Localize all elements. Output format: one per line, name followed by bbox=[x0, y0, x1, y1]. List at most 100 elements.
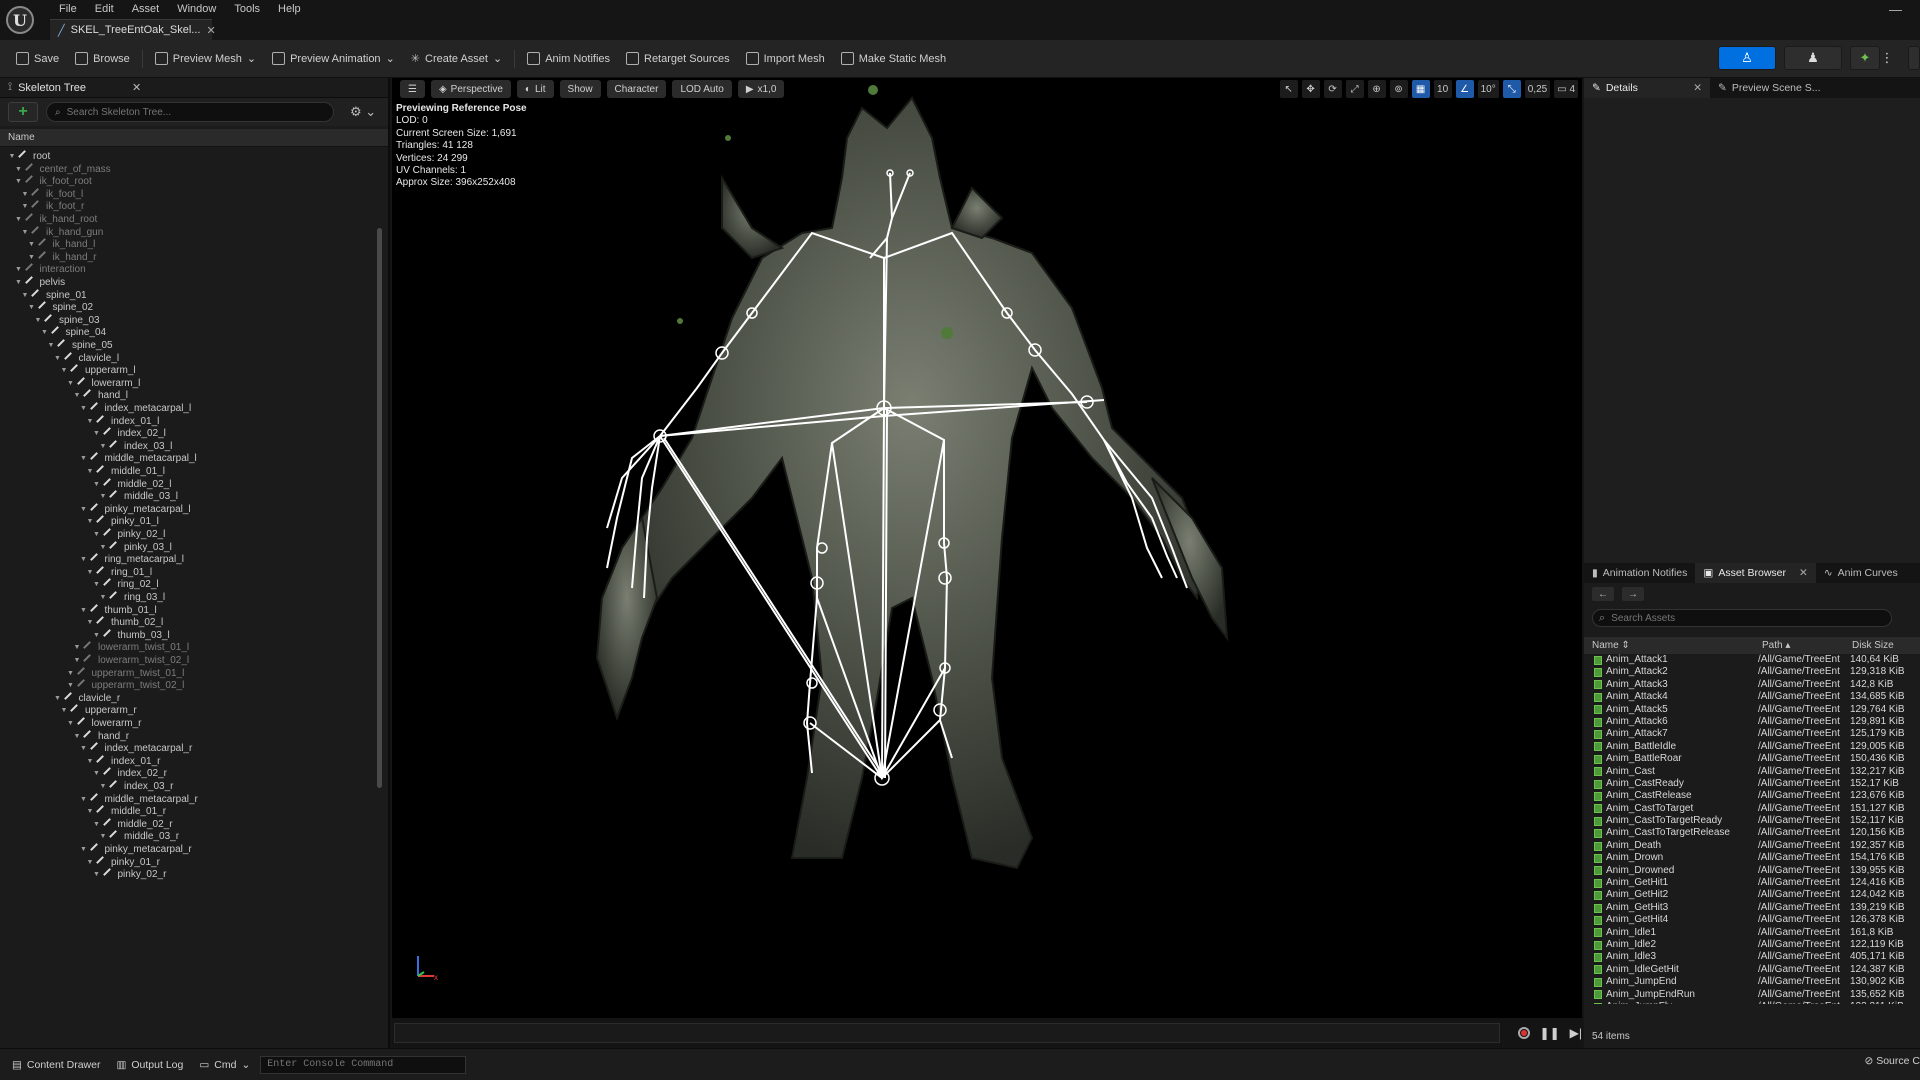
animation-mode-button[interactable]: ✦ bbox=[1850, 46, 1880, 70]
asset-row[interactable]: Anim_Attack6/All/Game/TreeEnt 129,891 KiB bbox=[1584, 716, 1920, 728]
console-command-input[interactable] bbox=[260, 1055, 467, 1074]
col-size-header[interactable]: Disk Size bbox=[1844, 640, 1920, 651]
menu-tools[interactable]: Tools bbox=[225, 2, 269, 16]
save-button[interactable]: Save bbox=[8, 45, 67, 73]
close-tab-icon[interactable]: ✕ bbox=[206, 24, 215, 37]
expand-caret-icon[interactable]: ▼ bbox=[93, 867, 101, 882]
content-drawer-button[interactable]: ▤ Content Drawer bbox=[6, 1054, 106, 1076]
asset-row[interactable]: Anim_Attack7/All/Game/TreeEnt 125,179 KiB bbox=[1584, 728, 1920, 740]
asset-row[interactable]: Anim_GetHit4/All/Game/TreeEnt 126,378 KiB bbox=[1584, 914, 1920, 926]
create-asset-button[interactable]: ✳ Create Asset ⌄ bbox=[403, 45, 510, 73]
asset-row[interactable]: Anim_Idle3/All/Game/TreeEnt 405,171 KiB bbox=[1584, 951, 1920, 963]
asset-row[interactable]: Anim_Idle1/All/Game/TreeEnt 161,8 KiB bbox=[1584, 927, 1920, 939]
bone-row[interactable]: ▼ pinky_02_r bbox=[93, 867, 166, 882]
asset-row[interactable]: Anim_CastReady/All/Game/TreeEnt 152,17 Ki… bbox=[1584, 778, 1920, 790]
asset-row[interactable]: Anim_GetHit2/All/Game/TreeEnt 124,042 KiB bbox=[1584, 889, 1920, 901]
menu-window[interactable]: Window bbox=[168, 2, 225, 16]
skeleton-tree-tab[interactable]: ⟟ Skeleton Tree ✕ bbox=[0, 78, 388, 98]
character-button[interactable]: Character bbox=[606, 80, 667, 98]
asset-row[interactable]: Anim_Attack4/All/Game/TreeEnt 134,685 KiB bbox=[1584, 691, 1920, 703]
preview-viewport[interactable]: ☰ ◈ Perspective ◐ Lit Show Character LOD A… bbox=[392, 78, 1582, 1018]
anim-notifies-button[interactable]: Anim Notifies bbox=[519, 45, 618, 73]
col-name-header[interactable]: Name ⇕ bbox=[1584, 640, 1754, 651]
asset-row[interactable]: Anim_CastToTargetRelease/All/Game/TreeEn… bbox=[1584, 827, 1920, 839]
show-button[interactable]: Show bbox=[559, 80, 601, 98]
browse-button[interactable]: Browse bbox=[67, 45, 138, 73]
grid-snap-value[interactable]: 10 bbox=[1433, 80, 1452, 98]
close-tab-icon[interactable]: ✕ bbox=[1693, 82, 1702, 94]
retarget-sources-button[interactable]: Retarget Sources bbox=[618, 45, 738, 73]
asset-row[interactable]: Anim_Attack5/All/Game/TreeEnt 129,764 KiB bbox=[1584, 704, 1920, 716]
asset-row[interactable]: Anim_BattleIdle/All/Game/TreeEnt 129,005 … bbox=[1584, 741, 1920, 753]
tab-asset-browser[interactable]: ▣ Asset Browser ✕ bbox=[1695, 563, 1816, 583]
menu-asset[interactable]: Asset bbox=[123, 2, 169, 16]
asset-search-input[interactable] bbox=[1611, 612, 1872, 624]
preview-mesh-button[interactable]: Preview Mesh ⌄ bbox=[147, 45, 264, 73]
tab-animation-notifies[interactable]: ▮ Animation Notifies bbox=[1584, 563, 1695, 583]
asset-row[interactable]: Anim_Idle2/All/Game/TreeEnt 122,119 KiB bbox=[1584, 939, 1920, 951]
asset-search-box[interactable]: ⌕ bbox=[1592, 609, 1892, 627]
perspective-button[interactable]: ◈ Perspective bbox=[430, 80, 511, 98]
surface-snap-icon[interactable]: ⊚ bbox=[1389, 80, 1408, 98]
asset-row[interactable]: Anim_JumpEndRun/All/Game/TreeEnt 135,652 … bbox=[1584, 989, 1920, 1001]
close-tab-icon[interactable]: ✕ bbox=[1799, 567, 1808, 579]
menu-help[interactable]: Help bbox=[269, 2, 310, 16]
lod-button[interactable]: LOD Auto bbox=[672, 80, 732, 98]
add-socket-button[interactable]: + bbox=[8, 102, 38, 122]
asset-row[interactable]: Anim_CastRelease/All/Game/TreeEnt 123,676… bbox=[1584, 790, 1920, 802]
output-log-button[interactable]: ▥ Output Log bbox=[110, 1054, 189, 1076]
asset-row[interactable]: Anim_GetHit1/All/Game/TreeEnt 124,416 KiB bbox=[1584, 877, 1920, 889]
skeleton-mode-button[interactable]: ♙ bbox=[1718, 46, 1776, 70]
tree-scrollbar[interactable] bbox=[377, 228, 382, 788]
asset-row[interactable]: Anim_IdleGetHit/All/Game/TreeEnt 124,387 … bbox=[1584, 964, 1920, 976]
asset-row[interactable]: Anim_BattleRoar/All/Game/TreeEnt 150,436 … bbox=[1584, 753, 1920, 765]
rotation-snap-value[interactable]: 10° bbox=[1477, 80, 1499, 98]
make-static-mesh-button[interactable]: Make Static Mesh bbox=[833, 45, 954, 73]
import-mesh-button[interactable]: Import Mesh bbox=[738, 45, 833, 73]
tab-preview-scene[interactable]: ✎ Preview Scene S... bbox=[1710, 78, 1829, 98]
lit-button[interactable]: ◐ Lit bbox=[516, 80, 554, 98]
grid-snap-toggle[interactable]: ▦ bbox=[1411, 80, 1430, 98]
record-button[interactable] bbox=[1517, 1027, 1530, 1039]
asset-row[interactable]: Anim_Death/All/Game/TreeEnt 192,357 KiB bbox=[1584, 840, 1920, 852]
play-rate-button[interactable]: ▶ x1,0 bbox=[737, 80, 785, 98]
extra-mode-button[interactable] bbox=[1908, 46, 1920, 70]
minimize-icon[interactable]: — bbox=[1889, 2, 1902, 17]
asset-row[interactable]: Anim_Drowned/All/Game/TreeEnt 139,955 KiB bbox=[1584, 865, 1920, 877]
close-panel-icon[interactable]: ✕ bbox=[132, 81, 141, 94]
mesh-mode-button[interactable]: ♟ bbox=[1784, 46, 1842, 70]
viewport-menu-button[interactable]: ☰ bbox=[400, 80, 425, 98]
forward-arrow-icon[interactable]: → bbox=[1622, 587, 1644, 601]
asset-row[interactable]: Anim_Attack3/All/Game/TreeEnt 142,8 KiB bbox=[1584, 679, 1920, 691]
translate-tool-icon[interactable]: ✥ bbox=[1301, 80, 1320, 98]
back-arrow-icon[interactable]: ← bbox=[1592, 587, 1614, 601]
local-space-icon[interactable]: ⊕ bbox=[1367, 80, 1386, 98]
menu-file[interactable]: File bbox=[50, 2, 86, 16]
asset-row[interactable]: Anim_GetHit3/All/Game/TreeEnt 139,219 KiB bbox=[1584, 902, 1920, 914]
skeleton-search-input[interactable] bbox=[66, 106, 307, 118]
cmd-dropdown[interactable]: ▭ Cmd ⌄ bbox=[193, 1054, 256, 1076]
unreal-logo-icon[interactable]: U bbox=[6, 6, 34, 34]
skeleton-search-box[interactable]: ⌕ bbox=[46, 102, 334, 122]
asset-row[interactable]: Anim_Cast/All/Game/TreeEnt 132,217 KiB bbox=[1584, 766, 1920, 778]
asset-row[interactable]: Anim_CastToTargetReady/All/Game/TreeEnt 1… bbox=[1584, 815, 1920, 827]
asset-row[interactable]: Anim_JumpFly/All/Game/TreeEnt122,211 KiB bbox=[1584, 1001, 1920, 1004]
rotate-tool-icon[interactable]: ⟳ bbox=[1323, 80, 1342, 98]
settings-gear-icon[interactable]: ⚙ ⌄ bbox=[350, 104, 376, 120]
col-path-header[interactable]: Path ▴ bbox=[1754, 640, 1844, 651]
rotation-snap-toggle[interactable]: ∠ bbox=[1455, 80, 1474, 98]
asset-row[interactable]: Anim_JumpEnd/All/Game/TreeEnt 130,902 KiB bbox=[1584, 976, 1920, 988]
tab-details[interactable]: ✎ Details ✕ bbox=[1584, 78, 1710, 98]
asset-row[interactable]: Anim_Attack2/All/Game/TreeEnt 129,318 KiB bbox=[1584, 666, 1920, 678]
pause-icon[interactable]: ❚❚ bbox=[1540, 1026, 1560, 1040]
asset-row[interactable]: Anim_Attack1/All/Game/TreeEnt 140,64 KiB bbox=[1584, 654, 1920, 666]
tab-anim-curves[interactable]: ∿ Anim Curves bbox=[1816, 563, 1906, 583]
asset-row[interactable]: Anim_CastToTarget/All/Game/TreeEnt 151,12… bbox=[1584, 803, 1920, 815]
source-control-button[interactable]: ⊘ Source C bbox=[1864, 1055, 1920, 1067]
camera-speed-button[interactable]: ▭ 4 bbox=[1554, 80, 1578, 98]
select-tool-icon[interactable]: ↖ bbox=[1279, 80, 1298, 98]
step-forward-icon[interactable]: ▶| bbox=[1570, 1026, 1582, 1040]
timeline-scrubber[interactable] bbox=[394, 1023, 1500, 1043]
scale-tool-icon[interactable]: ⤢ bbox=[1345, 80, 1364, 98]
scale-snap-toggle[interactable]: ⤡ bbox=[1502, 80, 1521, 98]
